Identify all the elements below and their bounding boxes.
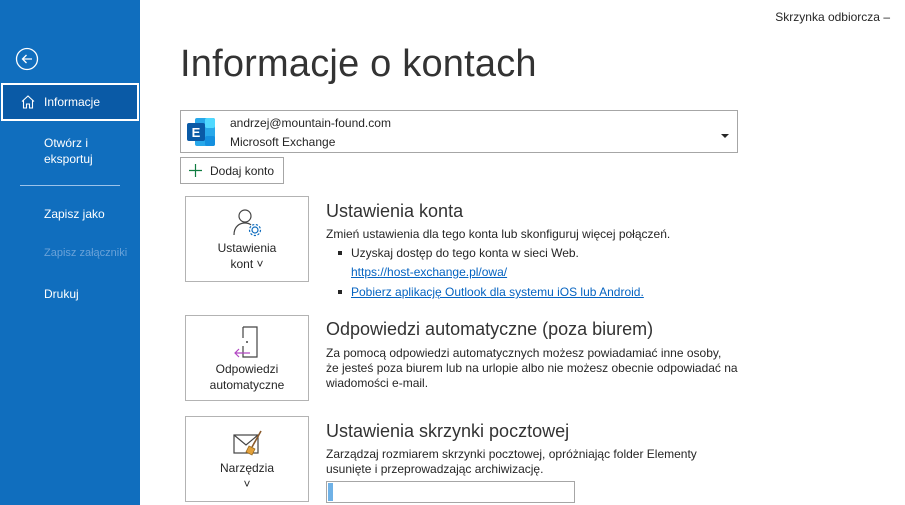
- sidebar-item-label: Zapisz jako: [44, 207, 105, 221]
- desc-line: wiadomości e-mail.: [326, 376, 429, 390]
- backstage-sidebar: Informacje Otwórz i eksportuj Zapisz jak…: [0, 0, 140, 505]
- user-gear-icon: [231, 205, 265, 239]
- sidebar-item-label: Informacje: [44, 95, 101, 109]
- back-arrow-circle-icon[interactable]: [15, 47, 39, 71]
- svg-text:E: E: [192, 125, 201, 140]
- sidebar-item-label: eksportuj: [44, 152, 93, 166]
- bullet: [338, 290, 342, 294]
- mailbox-usage-fill: [328, 483, 333, 501]
- tile-label-line: automatyczne: [209, 378, 285, 392]
- desc-line: usunięte i przeprowadzając archiwizację.: [326, 462, 544, 476]
- door-exit-icon: [231, 324, 265, 358]
- sidebar-item-label: Otwórz i: [44, 136, 89, 150]
- web-access-text: Uzyskaj dostęp do tego konta w sieci Web…: [351, 246, 579, 260]
- tile-label: Narzędzia ˅: [186, 460, 308, 492]
- owa-link[interactable]: https://host-exchange.pl/owa/: [351, 265, 507, 279]
- account-settings-desc: Zmień ustawienia dla tego konta lub skon…: [326, 227, 671, 241]
- sidebar-item-label: Drukuj: [44, 287, 79, 301]
- account-type: Microsoft Exchange: [230, 135, 336, 149]
- sidebar-item-print[interactable]: Drukuj: [0, 287, 140, 301]
- account-dropdown[interactable]: E andrzej@mountain-found.com Microsoft E…: [180, 110, 738, 153]
- sidebar-item-label: Zapisz załączniki: [44, 247, 128, 259]
- mailbox-cleanup-icon: [231, 427, 265, 461]
- tile-label: Odpowiedzi automatyczne: [186, 361, 308, 393]
- sidebar-divider: [20, 185, 120, 186]
- account-settings-heading: Ustawienia konta: [326, 201, 464, 221]
- chevron-down-icon: [721, 127, 729, 138]
- sidebar-item-info[interactable]: Informacje: [1, 83, 139, 121]
- account-email: andrzej@mountain-found.com: [230, 116, 391, 130]
- tile-label-line: ˅: [243, 477, 251, 491]
- sidebar-item-open-export[interactable]: Otwórz i eksportuj: [0, 135, 140, 167]
- exchange-logo-icon: E: [186, 117, 217, 147]
- mailbox-settings-desc: Zarządzaj rozmiarem skrzynki pocztowej, …: [326, 447, 697, 477]
- tile-label-line: Ustawienia: [217, 241, 277, 255]
- desc-line: Zarządzaj rozmiarem skrzynki pocztowej, …: [326, 447, 697, 461]
- automatic-replies-heading: Odpowiedzi automatyczne (poza biurem): [326, 319, 654, 339]
- outlook-mobile-link[interactable]: Pobierz aplikację Outlook dla systemu iO…: [351, 285, 644, 299]
- desc-line: że jesteś poza biurem lub na urlopie alb…: [326, 361, 738, 375]
- mailbox-usage-bar: [326, 481, 575, 503]
- mailbox-settings-heading: Ustawienia skrzynki pocztowej: [326, 421, 570, 441]
- add-account-label: Dodaj konto: [210, 163, 275, 178]
- desc-line: Za pomocą odpowiedzi automatycznych może…: [326, 346, 722, 360]
- account-settings-button[interactable]: Ustawienia kont ˅: [185, 196, 309, 282]
- tile-label-line: kont ˅: [230, 257, 264, 271]
- tile-label-line: Odpowiedzi: [215, 362, 279, 376]
- home-icon: [20, 94, 36, 110]
- sidebar-item-save-attachments: Zapisz załączniki: [0, 247, 140, 259]
- sidebar-item-save-as[interactable]: Zapisz jako: [0, 207, 140, 221]
- folder-context-label: Skrzynka odbiorcza –: [775, 10, 890, 24]
- tile-label-line: Narzędzia: [219, 461, 275, 475]
- bullet: [338, 251, 342, 255]
- automatic-replies-button[interactable]: Odpowiedzi automatyczne: [185, 315, 309, 401]
- page-title: Informacje o kontach: [180, 43, 537, 85]
- automatic-replies-desc: Za pomocą odpowiedzi automatycznych może…: [326, 346, 738, 391]
- plus-icon: [189, 164, 202, 177]
- add-account-button[interactable]: Dodaj konto: [180, 157, 284, 184]
- tile-label: Ustawienia kont ˅: [186, 240, 308, 272]
- tools-button[interactable]: Narzędzia ˅: [185, 416, 309, 502]
